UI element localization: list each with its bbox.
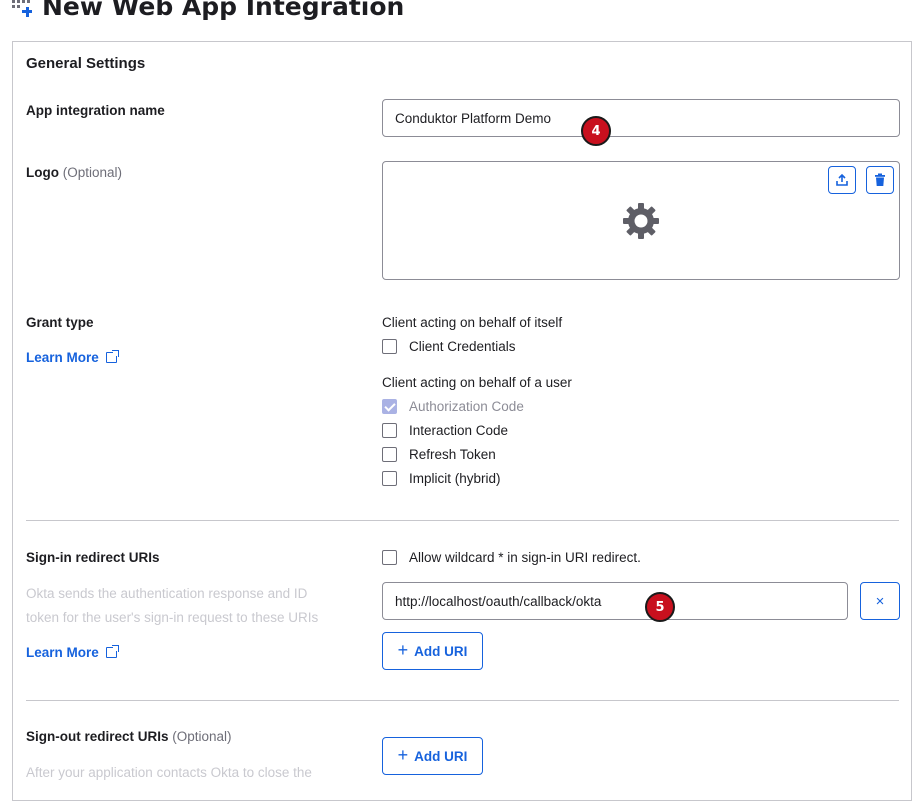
implicit-option[interactable]: Implicit (hybrid)	[382, 471, 501, 486]
page-title-row: New Web App Integration	[12, 0, 404, 24]
delete-logo-button[interactable]	[866, 166, 894, 194]
signin-learn-more-link[interactable]: Learn More	[26, 644, 120, 660]
interaction-code-label: Interaction Code	[409, 423, 509, 438]
section-divider	[26, 700, 899, 701]
upload-logo-button[interactable]	[828, 166, 856, 194]
itself-heading: Client acting on behalf of itself	[382, 315, 563, 330]
logo-label: Logo (Optional)	[26, 165, 122, 180]
signin-uri-input[interactable]: http://localhost/oauth/callback/okta	[382, 582, 848, 620]
signout-optional: (Optional)	[172, 729, 232, 744]
app-name-value: Conduktor Platform Demo	[395, 110, 552, 126]
signin-description-line2: token for the user's sign-in request to …	[26, 610, 319, 625]
callout-badge-5: 5	[645, 592, 675, 622]
add-app-icon	[12, 0, 34, 17]
signout-description-line1: After your application contacts Okta to …	[26, 765, 312, 780]
client-credentials-label: Client Credentials	[409, 339, 516, 354]
signin-add-uri-button[interactable]: + Add URI	[382, 632, 483, 670]
authorization-code-checkbox[interactable]	[382, 399, 397, 414]
wildcard-option[interactable]: Allow wildcard * in sign-in URI redirect…	[382, 550, 641, 565]
authorization-code-option[interactable]: Authorization Code	[382, 399, 524, 414]
settings-panel	[12, 41, 912, 801]
signin-description-line1: Okta sends the authentication response a…	[26, 586, 308, 601]
wildcard-checkbox[interactable]	[382, 550, 397, 565]
page-title: New Web App Integration	[42, 0, 405, 21]
app-name-input[interactable]: Conduktor Platform Demo	[382, 99, 900, 137]
grant-type-label: Grant type	[26, 315, 94, 330]
interaction-code-option[interactable]: Interaction Code	[382, 423, 508, 438]
logo-optional: (Optional)	[62, 165, 123, 180]
external-link-icon	[105, 349, 120, 363]
grant-type-learn-more-link[interactable]: Learn More	[26, 349, 120, 365]
external-link-icon	[105, 644, 120, 658]
authorization-code-label: Authorization Code	[409, 399, 524, 414]
plus-icon: +	[397, 745, 409, 765]
user-heading: Client acting on behalf of a user	[382, 375, 572, 390]
upload-icon	[836, 173, 848, 186]
refresh-token-label: Refresh Token	[409, 447, 496, 462]
refresh-token-checkbox[interactable]	[382, 447, 397, 462]
app-name-label: App integration name	[26, 103, 165, 118]
signin-redirect-label: Sign-in redirect URIs	[26, 550, 160, 565]
wildcard-label: Allow wildcard * in sign-in URI redirect…	[409, 550, 641, 565]
add-uri-label: Add URI	[414, 643, 468, 659]
section-divider	[26, 520, 899, 521]
learn-more-text: Learn More	[26, 350, 99, 365]
plus-icon: +	[397, 640, 409, 660]
remove-uri-button[interactable]: ×	[860, 582, 900, 620]
signout-add-uri-button[interactable]: + Add URI	[382, 737, 483, 775]
implicit-checkbox[interactable]	[382, 471, 397, 486]
client-credentials-option[interactable]: Client Credentials	[382, 339, 516, 354]
interaction-code-checkbox[interactable]	[382, 423, 397, 438]
refresh-token-option[interactable]: Refresh Token	[382, 447, 496, 462]
callout-badge-4: 4	[581, 116, 611, 146]
trash-icon	[875, 173, 885, 186]
signout-label-text: Sign-out redirect URIs	[26, 729, 169, 744]
general-settings-title: General Settings	[26, 55, 146, 72]
close-icon: ×	[875, 592, 885, 610]
signin-uri-value: http://localhost/oauth/callback/okta	[395, 593, 602, 609]
add-uri-label: Add URI	[414, 748, 468, 764]
implicit-label: Implicit (hybrid)	[409, 471, 501, 486]
logo-label-text: Logo	[26, 165, 59, 180]
signout-redirect-label: Sign-out redirect URIs (Optional)	[26, 729, 232, 744]
gear-icon	[623, 203, 659, 239]
client-credentials-checkbox[interactable]	[382, 339, 397, 354]
learn-more-text: Learn More	[26, 645, 99, 660]
